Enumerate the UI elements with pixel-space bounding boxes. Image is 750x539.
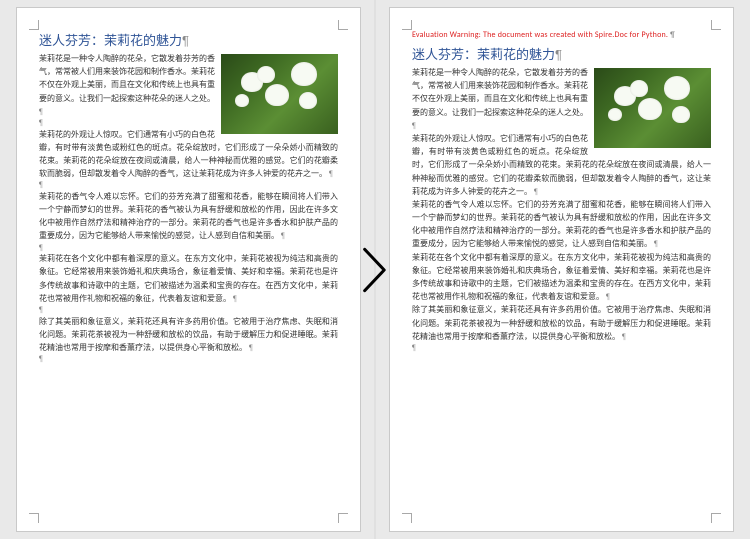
pilcrow-icon: ¶ bbox=[412, 343, 416, 352]
pilcrow-icon: ¶ bbox=[39, 305, 43, 314]
pilcrow-icon: ¶ bbox=[39, 118, 43, 127]
crop-mark bbox=[29, 513, 39, 523]
pilcrow-icon: ¶ bbox=[39, 354, 43, 363]
blank-line: ¶ bbox=[39, 243, 338, 253]
jasmine-image bbox=[594, 68, 711, 148]
pilcrow-icon: ¶ bbox=[281, 231, 285, 240]
blank-line: ¶ bbox=[39, 180, 338, 190]
paragraph: 茉莉花的香气令人难以忘怀。它们的芬芳充满了甜蜜和花香，能够在瞬间将人们带入一个宁… bbox=[39, 190, 338, 243]
document-body: 茉莉花是一种令人陶醉的花朵，它散发着芬芳的香气，常常被人们用来装饰花园和制作香水… bbox=[39, 52, 338, 364]
document-body: 茉莉花是一种令人陶醉的花朵，它散发着芬芳的香气，常常被人们用来装饰花园和制作香水… bbox=[412, 66, 711, 353]
crop-mark bbox=[29, 20, 39, 30]
page-title: 迷人芬芳：茉莉花的魅力¶ bbox=[412, 44, 711, 63]
pilcrow-icon: ¶ bbox=[654, 239, 658, 248]
pilcrow-icon: ¶ bbox=[182, 33, 189, 48]
crop-mark bbox=[402, 513, 412, 523]
crop-mark bbox=[338, 513, 348, 523]
pilcrow-icon: ¶ bbox=[249, 343, 253, 352]
evaluation-warning: Evaluation Warning: The document was cre… bbox=[412, 30, 711, 40]
crop-mark bbox=[711, 513, 721, 523]
crop-mark bbox=[338, 20, 348, 30]
arrow-right-icon bbox=[361, 247, 389, 293]
blank-line: ¶ bbox=[412, 343, 711, 353]
paragraph: 除了其美丽和象征意义，茉莉花还具有许多药用价值。它被用于治疗焦虑、失眠和消化问题… bbox=[412, 303, 711, 343]
paragraph: 茉莉花在各个文化中都有着深厚的意义。在东方文化中，茉莉花被视为纯洁和高贵的象征。… bbox=[412, 251, 711, 304]
pilcrow-icon: ¶ bbox=[555, 47, 562, 62]
crop-mark bbox=[711, 20, 721, 30]
page-title: 迷人芬芳：茉莉花的魅力¶ bbox=[39, 30, 338, 49]
pilcrow-icon: ¶ bbox=[233, 294, 237, 303]
pilcrow-icon: ¶ bbox=[670, 30, 675, 40]
paragraph: 茉莉花在各个文化中都有着深厚的意义。在东方文化中，茉莉花被视为纯洁和高贵的象征。… bbox=[39, 252, 338, 305]
pilcrow-icon: ¶ bbox=[329, 169, 333, 178]
pilcrow-icon: ¶ bbox=[534, 187, 538, 196]
pilcrow-icon: ¶ bbox=[606, 292, 610, 301]
pilcrow-icon: ¶ bbox=[39, 243, 43, 252]
paragraph: 茉莉花的香气令人难以忘怀。它们的芬芳充满了甜蜜和花香，能够在瞬间将人们带入一个宁… bbox=[412, 198, 711, 251]
jasmine-image bbox=[221, 54, 338, 134]
blank-line: ¶ bbox=[39, 354, 338, 364]
blank-line: ¶ bbox=[39, 305, 338, 315]
crop-mark bbox=[402, 20, 412, 30]
paragraph: 茉莉花的外观让人惊叹。它们通常有小巧的白色花瓣，有时带有淡黄色或粉红色的斑点。花… bbox=[39, 128, 338, 181]
pilcrow-icon: ¶ bbox=[39, 180, 43, 189]
paragraph: 除了其美丽和象征意义，茉莉花还具有许多药用价值。它被用于治疗焦虑、失眠和消化问题… bbox=[39, 315, 338, 355]
page-right: Evaluation Warning: The document was cre… bbox=[389, 7, 734, 532]
pilcrow-icon: ¶ bbox=[412, 121, 416, 130]
pilcrow-icon: ¶ bbox=[39, 107, 43, 116]
pilcrow-icon: ¶ bbox=[622, 332, 626, 341]
page-left: 迷人芬芳：茉莉花的魅力¶ 茉莉花是一种令人陶醉的花朵，它散发着芬芳的香气，常常被… bbox=[16, 7, 361, 532]
